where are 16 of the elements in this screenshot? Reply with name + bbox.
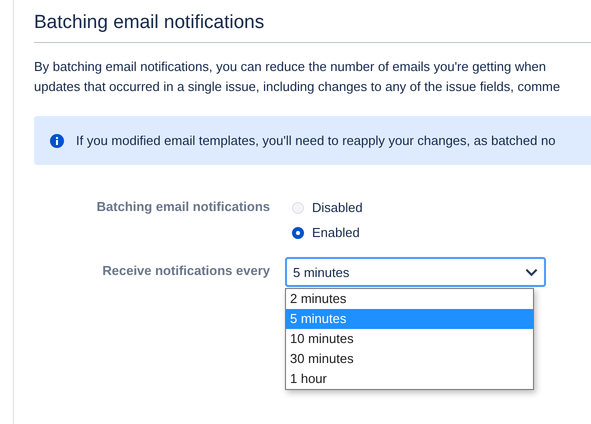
info-text: If you modified email templates, you'll need to reapply your changes, as batched no	[76, 133, 556, 148]
page-heading: Batching email notifications	[34, 0, 591, 43]
dropdown-option[interactable]: 1 hour	[286, 369, 533, 389]
chevron-down-icon	[525, 268, 538, 276]
dropdown-option[interactable]: 2 minutes	[286, 289, 533, 309]
description-text: By batching email notifications, you can reduce the number of emails you're getting when	[34, 58, 547, 76]
dropdown-option[interactable]: 10 minutes	[286, 329, 533, 349]
radio-label[interactable]: Disabled	[312, 200, 363, 215]
radio-button[interactable]	[292, 226, 304, 238]
select-field[interactable]: 5 minutes	[285, 257, 546, 287]
info-icon	[50, 134, 64, 148]
dropdown-option[interactable]: 30 minutes	[286, 349, 533, 369]
description-text: updates that occurred in a single issue, including changes to any of the issue fields, comme	[34, 78, 562, 96]
field-label: Receive notifications every	[101, 262, 270, 280]
field-label: Batching email notifications	[96, 198, 270, 216]
radio-label[interactable]: Enabled	[312, 225, 360, 240]
